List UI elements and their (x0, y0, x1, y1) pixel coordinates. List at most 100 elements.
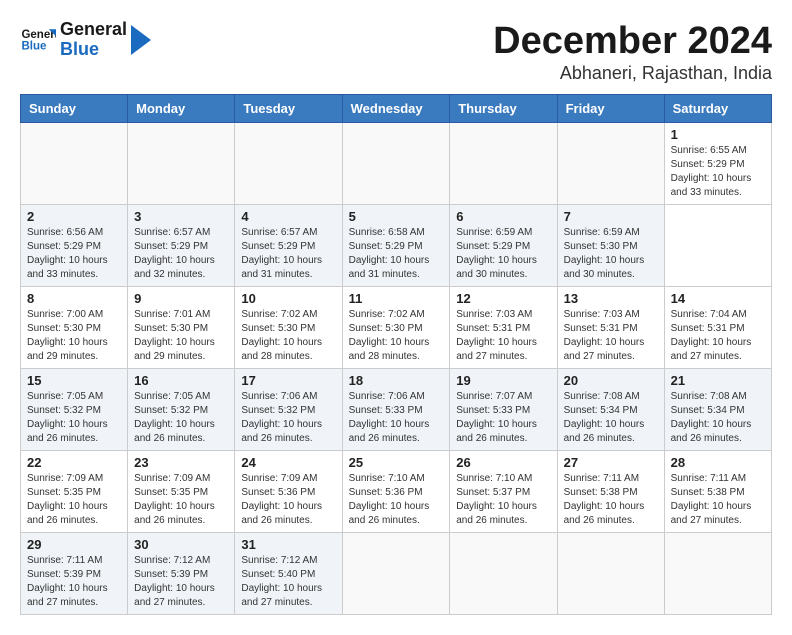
sunset: Sunset: 5:29 PM (241, 240, 335, 254)
sunrise: Sunrise: 6:57 AM (241, 226, 335, 240)
day-number: 11 (349, 291, 444, 306)
sunrise: Sunrise: 6:55 AM (671, 144, 765, 158)
daylight: Daylight: 10 hours and 26 minutes. (564, 418, 658, 446)
sunset: Sunset: 5:29 PM (27, 240, 121, 254)
calendar-day-cell: 25 Sunrise: 7:10 AM Sunset: 5:36 PM Dayl… (342, 451, 450, 533)
day-info: Sunrise: 7:10 AM Sunset: 5:36 PM Dayligh… (349, 472, 444, 528)
day-info: Sunrise: 6:59 AM Sunset: 5:29 PM Dayligh… (456, 226, 550, 282)
sunrise: Sunrise: 7:02 AM (349, 308, 444, 322)
daylight: Daylight: 10 hours and 26 minutes. (349, 500, 444, 528)
day-number: 27 (564, 455, 658, 470)
calendar-day-cell: 17 Sunrise: 7:06 AM Sunset: 5:32 PM Dayl… (235, 369, 342, 451)
sunrise: Sunrise: 7:08 AM (671, 390, 765, 404)
daylight: Daylight: 10 hours and 26 minutes. (27, 500, 121, 528)
day-info: Sunrise: 7:09 AM Sunset: 5:36 PM Dayligh… (241, 472, 335, 528)
daylight: Daylight: 10 hours and 27 minutes. (27, 582, 121, 610)
day-number: 17 (241, 373, 335, 388)
day-number: 13 (564, 291, 658, 306)
calendar-day-cell: 8 Sunrise: 7:00 AM Sunset: 5:30 PM Dayli… (21, 287, 128, 369)
col-tuesday: Tuesday (235, 95, 342, 123)
sunrise: Sunrise: 7:06 AM (241, 390, 335, 404)
sunrise: Sunrise: 7:10 AM (349, 472, 444, 486)
day-info: Sunrise: 7:00 AM Sunset: 5:30 PM Dayligh… (27, 308, 121, 364)
daylight: Daylight: 10 hours and 27 minutes. (671, 336, 765, 364)
sunset: Sunset: 5:35 PM (134, 486, 228, 500)
daylight: Daylight: 10 hours and 28 minutes. (349, 336, 444, 364)
calendar-table: Sunday Monday Tuesday Wednesday Thursday… (20, 94, 772, 615)
logo-arrow (131, 25, 151, 55)
day-info: Sunrise: 7:04 AM Sunset: 5:31 PM Dayligh… (671, 308, 765, 364)
calendar-day-cell: 13 Sunrise: 7:03 AM Sunset: 5:31 PM Dayl… (557, 287, 664, 369)
calendar-week-2: 2 Sunrise: 6:56 AM Sunset: 5:29 PM Dayli… (21, 205, 772, 287)
sunset: Sunset: 5:38 PM (671, 486, 765, 500)
daylight: Daylight: 10 hours and 26 minutes. (456, 418, 550, 446)
sunrise: Sunrise: 7:11 AM (671, 472, 765, 486)
calendar-day-cell: 19 Sunrise: 7:07 AM Sunset: 5:33 PM Dayl… (450, 369, 557, 451)
daylight: Daylight: 10 hours and 26 minutes. (134, 500, 228, 528)
title-section: December 2024 Abhaneri, Rajasthan, India (493, 20, 772, 84)
sunrise: Sunrise: 7:05 AM (134, 390, 228, 404)
calendar-day-cell: 18 Sunrise: 7:06 AM Sunset: 5:33 PM Dayl… (342, 369, 450, 451)
sunset: Sunset: 5:36 PM (349, 486, 444, 500)
day-info: Sunrise: 7:11 AM Sunset: 5:38 PM Dayligh… (564, 472, 658, 528)
logo-icon: General Blue (20, 22, 56, 58)
calendar-day-cell: 9 Sunrise: 7:01 AM Sunset: 5:30 PM Dayli… (128, 287, 235, 369)
day-info: Sunrise: 7:12 AM Sunset: 5:40 PM Dayligh… (241, 554, 335, 610)
sunset: Sunset: 5:33 PM (349, 404, 444, 418)
calendar-day-cell (342, 533, 450, 615)
calendar-day-cell: 5 Sunrise: 6:58 AM Sunset: 5:29 PM Dayli… (342, 205, 450, 287)
calendar-day-cell (557, 123, 664, 205)
daylight: Daylight: 10 hours and 26 minutes. (349, 418, 444, 446)
calendar-day-cell (450, 123, 557, 205)
calendar-day-cell (557, 533, 664, 615)
daylight: Daylight: 10 hours and 30 minutes. (456, 254, 550, 282)
daylight: Daylight: 10 hours and 27 minutes. (671, 500, 765, 528)
sunset: Sunset: 5:30 PM (349, 322, 444, 336)
calendar-day-cell: 4 Sunrise: 6:57 AM Sunset: 5:29 PM Dayli… (235, 205, 342, 287)
calendar-day-cell: 16 Sunrise: 7:05 AM Sunset: 5:32 PM Dayl… (128, 369, 235, 451)
calendar-day-cell: 21 Sunrise: 7:08 AM Sunset: 5:34 PM Dayl… (664, 369, 771, 451)
calendar-day-cell: 27 Sunrise: 7:11 AM Sunset: 5:38 PM Dayl… (557, 451, 664, 533)
sunset: Sunset: 5:29 PM (349, 240, 444, 254)
calendar-header-row: Sunday Monday Tuesday Wednesday Thursday… (21, 95, 772, 123)
daylight: Daylight: 10 hours and 26 minutes. (564, 500, 658, 528)
day-info: Sunrise: 7:08 AM Sunset: 5:34 PM Dayligh… (564, 390, 658, 446)
calendar-week-1: 1 Sunrise: 6:55 AM Sunset: 5:29 PM Dayli… (21, 123, 772, 205)
col-wednesday: Wednesday (342, 95, 450, 123)
calendar-day-cell (450, 533, 557, 615)
day-info: Sunrise: 6:58 AM Sunset: 5:29 PM Dayligh… (349, 226, 444, 282)
sunset: Sunset: 5:37 PM (456, 486, 550, 500)
sunrise: Sunrise: 7:11 AM (27, 554, 121, 568)
day-info: Sunrise: 6:57 AM Sunset: 5:29 PM Dayligh… (241, 226, 335, 282)
day-info: Sunrise: 7:06 AM Sunset: 5:32 PM Dayligh… (241, 390, 335, 446)
day-info: Sunrise: 6:56 AM Sunset: 5:29 PM Dayligh… (27, 226, 121, 282)
sunset: Sunset: 5:30 PM (564, 240, 658, 254)
day-info: Sunrise: 7:03 AM Sunset: 5:31 PM Dayligh… (456, 308, 550, 364)
day-number: 3 (134, 209, 228, 224)
daylight: Daylight: 10 hours and 31 minutes. (241, 254, 335, 282)
sunrise: Sunrise: 6:59 AM (456, 226, 550, 240)
sunset: Sunset: 5:30 PM (134, 322, 228, 336)
sunrise: Sunrise: 7:07 AM (456, 390, 550, 404)
sunrise: Sunrise: 6:59 AM (564, 226, 658, 240)
sunrise: Sunrise: 7:02 AM (241, 308, 335, 322)
daylight: Daylight: 10 hours and 32 minutes. (134, 254, 228, 282)
day-number: 19 (456, 373, 550, 388)
daylight: Daylight: 10 hours and 26 minutes. (241, 500, 335, 528)
day-info: Sunrise: 7:01 AM Sunset: 5:30 PM Dayligh… (134, 308, 228, 364)
day-info: Sunrise: 7:09 AM Sunset: 5:35 PM Dayligh… (134, 472, 228, 528)
calendar-subtitle: Abhaneri, Rajasthan, India (493, 63, 772, 84)
sunset: Sunset: 5:40 PM (241, 568, 335, 582)
calendar-day-cell: 2 Sunrise: 6:56 AM Sunset: 5:29 PM Dayli… (21, 205, 128, 287)
calendar-week-4: 15 Sunrise: 7:05 AM Sunset: 5:32 PM Dayl… (21, 369, 772, 451)
calendar-day-cell (21, 123, 128, 205)
sunset: Sunset: 5:31 PM (671, 322, 765, 336)
sunrise: Sunrise: 7:12 AM (241, 554, 335, 568)
day-info: Sunrise: 6:57 AM Sunset: 5:29 PM Dayligh… (134, 226, 228, 282)
day-number: 2 (27, 209, 121, 224)
day-info: Sunrise: 7:09 AM Sunset: 5:35 PM Dayligh… (27, 472, 121, 528)
sunset: Sunset: 5:36 PM (241, 486, 335, 500)
calendar-day-cell (342, 123, 450, 205)
calendar-day-cell: 31 Sunrise: 7:12 AM Sunset: 5:40 PM Dayl… (235, 533, 342, 615)
col-friday: Friday (557, 95, 664, 123)
